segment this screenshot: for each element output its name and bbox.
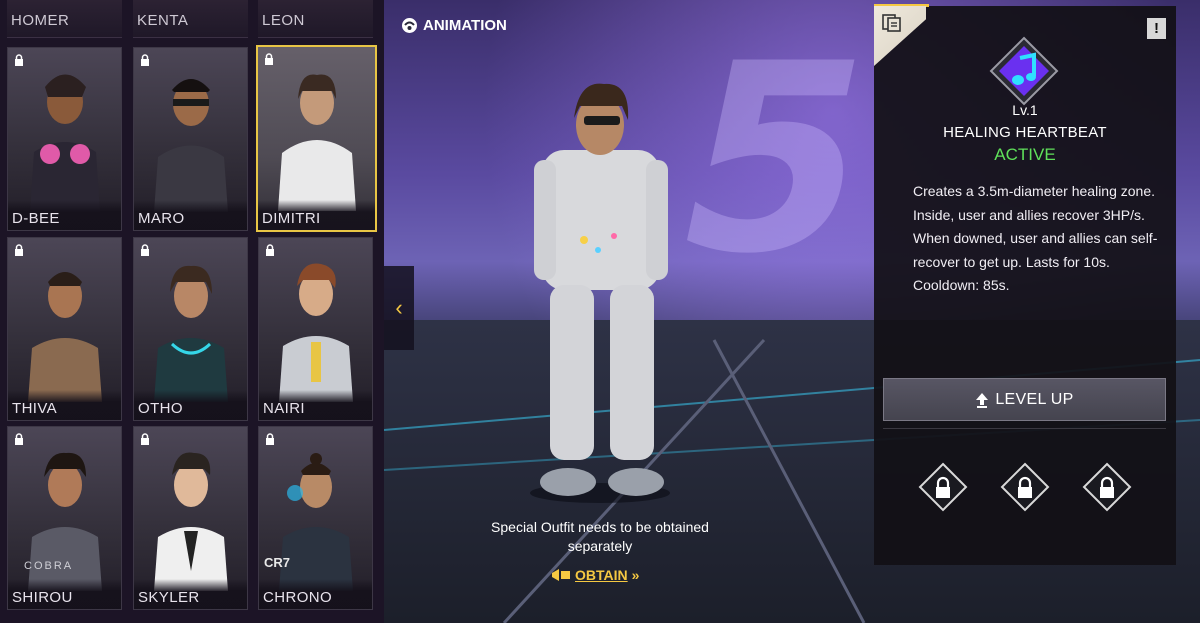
character-name: NAIRI [259, 390, 372, 420]
character-portrait [277, 74, 356, 211]
lock-icon [265, 53, 273, 65]
character-name-homer[interactable]: HOMER [7, 0, 122, 38]
lock-icon [141, 54, 149, 66]
locked-skill-slot-3[interactable] [1082, 462, 1132, 512]
outfit-note: Special Outfit needs to be obtained sepa… [491, 519, 709, 554]
panel-divider [883, 428, 1166, 429]
skill-description: Creates a 3.5m-diameter healing zone. In… [913, 183, 1158, 293]
character-card-skyler[interactable]: SKYLER [133, 426, 248, 610]
double-chevron-right-icon: » [631, 567, 640, 583]
lock-icon [15, 54, 23, 66]
skill-name: HEALING HEARTBEAT [943, 124, 1107, 141]
character-name: CHRONO [259, 579, 372, 609]
character-card-dimitri[interactable]: DIMITRI [256, 45, 377, 232]
info-tab-icon [882, 14, 901, 32]
level-up-button[interactable]: LEVEL UP [883, 378, 1166, 421]
character-name: D-BEE [8, 200, 121, 230]
locked-skill-slot-2[interactable] [1000, 462, 1050, 512]
character-name: THIVA [8, 390, 121, 420]
character-portrait [278, 263, 353, 402]
character-model [530, 83, 670, 503]
character-name: MARO [134, 200, 247, 230]
lock-icon [15, 433, 23, 445]
character-name-leon[interactable]: LEON [258, 0, 373, 38]
collapse-grid-button[interactable]: ‹ [384, 266, 414, 350]
skill-status-badge: ACTIVE [994, 145, 1056, 164]
level-up-label: LEVEL UP [995, 390, 1074, 408]
lock-icon [141, 433, 149, 445]
character-portrait [153, 265, 228, 402]
lock-icon [141, 244, 149, 256]
animation-label: ANIMATION [423, 17, 507, 34]
character-portrait [27, 272, 102, 402]
character-grid: HOMER KENTA LEON D-BEE MARO DIMITRI THIV… [0, 0, 384, 623]
character-card-nairi[interactable]: NAIRI [258, 237, 373, 421]
animation-toggle[interactable]: ANIMATION [401, 17, 507, 34]
skill-music-note-icon [989, 36, 1059, 106]
upload-arrow-icon [976, 392, 989, 408]
character-name: SHIROU [8, 579, 121, 609]
brand-logo-cobra: COBRA [24, 560, 74, 572]
brand-logo-cr7: CR7 [264, 555, 291, 570]
character-card-maro[interactable]: MARO [133, 47, 248, 231]
character-portrait [153, 79, 228, 212]
alert-icon[interactable]: ! [1147, 18, 1166, 39]
obtain-label: OBTAIN [575, 567, 628, 583]
obtain-link[interactable]: OBTAIN » [551, 567, 639, 583]
character-portrait [29, 74, 100, 212]
character-name-kenta[interactable]: KENTA [133, 0, 248, 38]
character-card-d-bee[interactable]: D-BEE [7, 47, 122, 231]
lock-icon [266, 433, 274, 445]
character-portrait [153, 452, 228, 591]
character-card-otho[interactable]: OTHO [133, 237, 248, 421]
character-name: OTHO [134, 390, 247, 420]
lock-icon [266, 244, 274, 256]
character-card-thiva[interactable]: THIVA [7, 237, 122, 421]
character-name: SKYLER [134, 579, 247, 609]
skill-level: Lv.1 [1012, 102, 1038, 118]
obtain-icon [552, 569, 570, 581]
character-name: DIMITRI [258, 200, 375, 230]
character-card-chrono[interactable]: CR7 CHRONO [258, 426, 373, 610]
animation-icon [402, 18, 417, 33]
chevron-left-icon: ‹ [395, 295, 403, 320]
locked-skill-slot-1[interactable] [918, 462, 968, 512]
character-card-shirou[interactable]: COBRA SHIROU [7, 426, 122, 610]
lock-icon [15, 244, 23, 256]
